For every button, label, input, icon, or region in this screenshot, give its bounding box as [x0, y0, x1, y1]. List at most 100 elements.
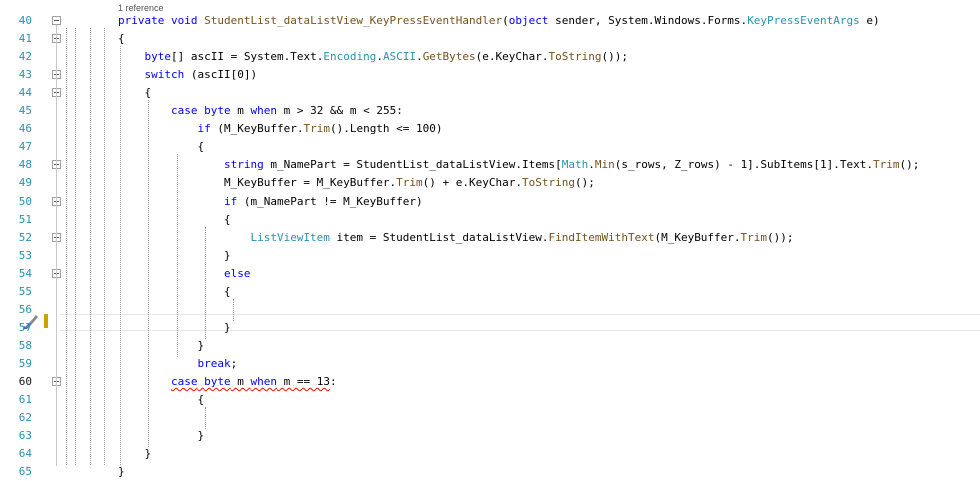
- code-token: break: [197, 356, 231, 370]
- code-token: (M_KeyBuffer.: [654, 230, 741, 244]
- line-number: 49: [18, 176, 32, 190]
- code-text[interactable]: }: [118, 247, 231, 265]
- code-token: }: [118, 338, 205, 352]
- code-token: [] ascII = System.Text.: [171, 50, 324, 64]
- code-line[interactable]: 62: [0, 409, 980, 427]
- code-text[interactable]: else: [118, 265, 251, 283]
- code-token: () + e.KeyChar.: [422, 176, 522, 190]
- code-line[interactable]: 63 }: [0, 427, 980, 445]
- code-token: (s_rows, Z_rows) - 1].SubItems[1].Text.: [614, 158, 874, 172]
- code-line[interactable]: 40 private void StudentList_dataListView_…: [0, 12, 980, 30]
- code-text[interactable]: byte[] ascII = System.Text.Encoding.ASCI…: [118, 48, 629, 66]
- line-number: 53: [18, 248, 32, 262]
- code-token: .: [376, 50, 383, 64]
- line-number: 62: [18, 411, 32, 425]
- code-line[interactable]: 60 case byte m when m == 13:: [0, 373, 980, 391]
- code-token: string: [223, 158, 264, 172]
- code-line[interactable]: 58 }: [0, 337, 980, 355]
- code-token: ToString: [522, 176, 575, 190]
- code-line[interactable]: 44 {: [0, 84, 980, 102]
- code-text[interactable]: {: [118, 391, 204, 409]
- code-line[interactable]: 65}: [0, 463, 980, 481]
- code-text[interactable]: ListViewItem item = StudentList_dataList…: [118, 229, 793, 247]
- code-line[interactable]: 64 }: [0, 445, 980, 463]
- code-line[interactable]: 49 M_KeyBuffer = M_KeyBuffer.Trim() + e.…: [0, 174, 980, 192]
- line-number: 58: [18, 338, 32, 352]
- code-editor[interactable]: 1 reference 40 private void StudentList_d…: [0, 0, 980, 478]
- line-number: 45: [18, 104, 32, 118]
- code-line[interactable]: 46 if (M_KeyBuffer.Trim().Length <= 100): [0, 120, 980, 138]
- code-token: (e.KeyChar.: [475, 50, 549, 64]
- code-token: {: [118, 140, 205, 154]
- code-text[interactable]: {: [118, 211, 231, 229]
- code-token: :: [329, 375, 337, 388]
- line-number: 65: [18, 465, 32, 479]
- code-token: (: [502, 14, 509, 27]
- code-text[interactable]: case byte m when m > 32 && m < 255:: [118, 102, 403, 120]
- code-text[interactable]: {: [118, 283, 231, 301]
- code-text[interactable]: {: [118, 138, 204, 156]
- code-text[interactable]: break;: [118, 355, 237, 373]
- code-line[interactable]: 50 if (m_NamePart != M_KeyBuffer): [0, 193, 980, 211]
- code-line[interactable]: 56: [0, 301, 980, 319]
- code-token: m: [230, 104, 251, 118]
- code-line[interactable]: 53 }: [0, 247, 980, 265]
- line-number: 42: [18, 50, 32, 64]
- code-token: }: [118, 320, 231, 334]
- code-token: KeyPressEventArgs: [747, 14, 860, 27]
- code-token: when: [250, 104, 277, 118]
- code-line[interactable]: 47 {: [0, 138, 980, 156]
- code-line[interactable]: 61 {: [0, 391, 980, 409]
- code-line[interactable]: 51 {: [0, 211, 980, 229]
- code-token: {: [118, 32, 125, 46]
- code-text[interactable]: }: [118, 319, 231, 337]
- code-line[interactable]: 59 break;: [0, 355, 980, 373]
- code-token: }: [118, 429, 205, 443]
- code-token: Trim: [873, 158, 900, 172]
- code-text[interactable]: }: [118, 337, 204, 355]
- code-line[interactable]: 54 else: [0, 265, 980, 283]
- code-token: {: [118, 284, 231, 298]
- code-token: StudentList_dataListView_KeyPressEventHa…: [204, 14, 503, 27]
- code-text[interactable]: }: [118, 427, 204, 445]
- code-line[interactable]: 41 {: [0, 30, 980, 48]
- code-text[interactable]: if (m_NamePart != M_KeyBuffer): [118, 193, 423, 211]
- code-token: byte: [144, 50, 172, 64]
- code-text[interactable]: if (M_KeyBuffer.Trim().Length <= 100): [118, 120, 443, 138]
- code-line[interactable]: 42 byte[] ascII = System.Text.Encoding.A…: [0, 48, 980, 66]
- code-line[interactable]: 57 }: [0, 319, 980, 337]
- code-token: Math: [561, 158, 589, 172]
- code-line[interactable]: 45 case byte m when m > 32 && m < 255:: [0, 102, 980, 120]
- code-token: Trim: [303, 122, 330, 136]
- code-text[interactable]: M_KeyBuffer = M_KeyBuffer.Trim() + e.Key…: [118, 174, 595, 192]
- code-text[interactable]: private void StudentList_dataListView_Ke…: [118, 12, 880, 30]
- code-text[interactable]: {: [118, 84, 151, 102]
- code-token: sender, System.Windows.Forms.: [548, 14, 748, 27]
- code-text[interactable]: switch (ascII[0]): [118, 66, 258, 84]
- line-number: 43: [18, 68, 32, 82]
- code-token: case: [170, 375, 198, 388]
- code-text[interactable]: case byte m when m == 13:: [118, 373, 337, 391]
- code-token: m: [230, 375, 251, 388]
- code-text[interactable]: {: [118, 30, 125, 48]
- code-text[interactable]: string m_NamePart = StudentList_dataList…: [118, 156, 919, 174]
- code-token: {: [118, 212, 231, 226]
- code-text[interactable]: }: [118, 445, 151, 463]
- code-text[interactable]: }: [118, 463, 125, 481]
- code-token: (ascII[0]): [184, 68, 258, 82]
- code-line[interactable]: 55 {: [0, 283, 980, 301]
- code-line[interactable]: 52 ListViewItem item = StudentList_dataL…: [0, 229, 980, 247]
- code-token: item = StudentList_dataListView.: [329, 230, 549, 244]
- code-line[interactable]: 43 switch (ascII[0]): [0, 66, 980, 84]
- code-line[interactable]: 48 string m_NamePart = StudentList_dataL…: [0, 156, 980, 174]
- code-token: object: [508, 14, 549, 27]
- code-token: if: [223, 194, 238, 208]
- code-token: ().Length <= 100): [329, 122, 443, 136]
- code-token: .: [588, 158, 595, 172]
- code-token: ListViewItem: [250, 230, 330, 244]
